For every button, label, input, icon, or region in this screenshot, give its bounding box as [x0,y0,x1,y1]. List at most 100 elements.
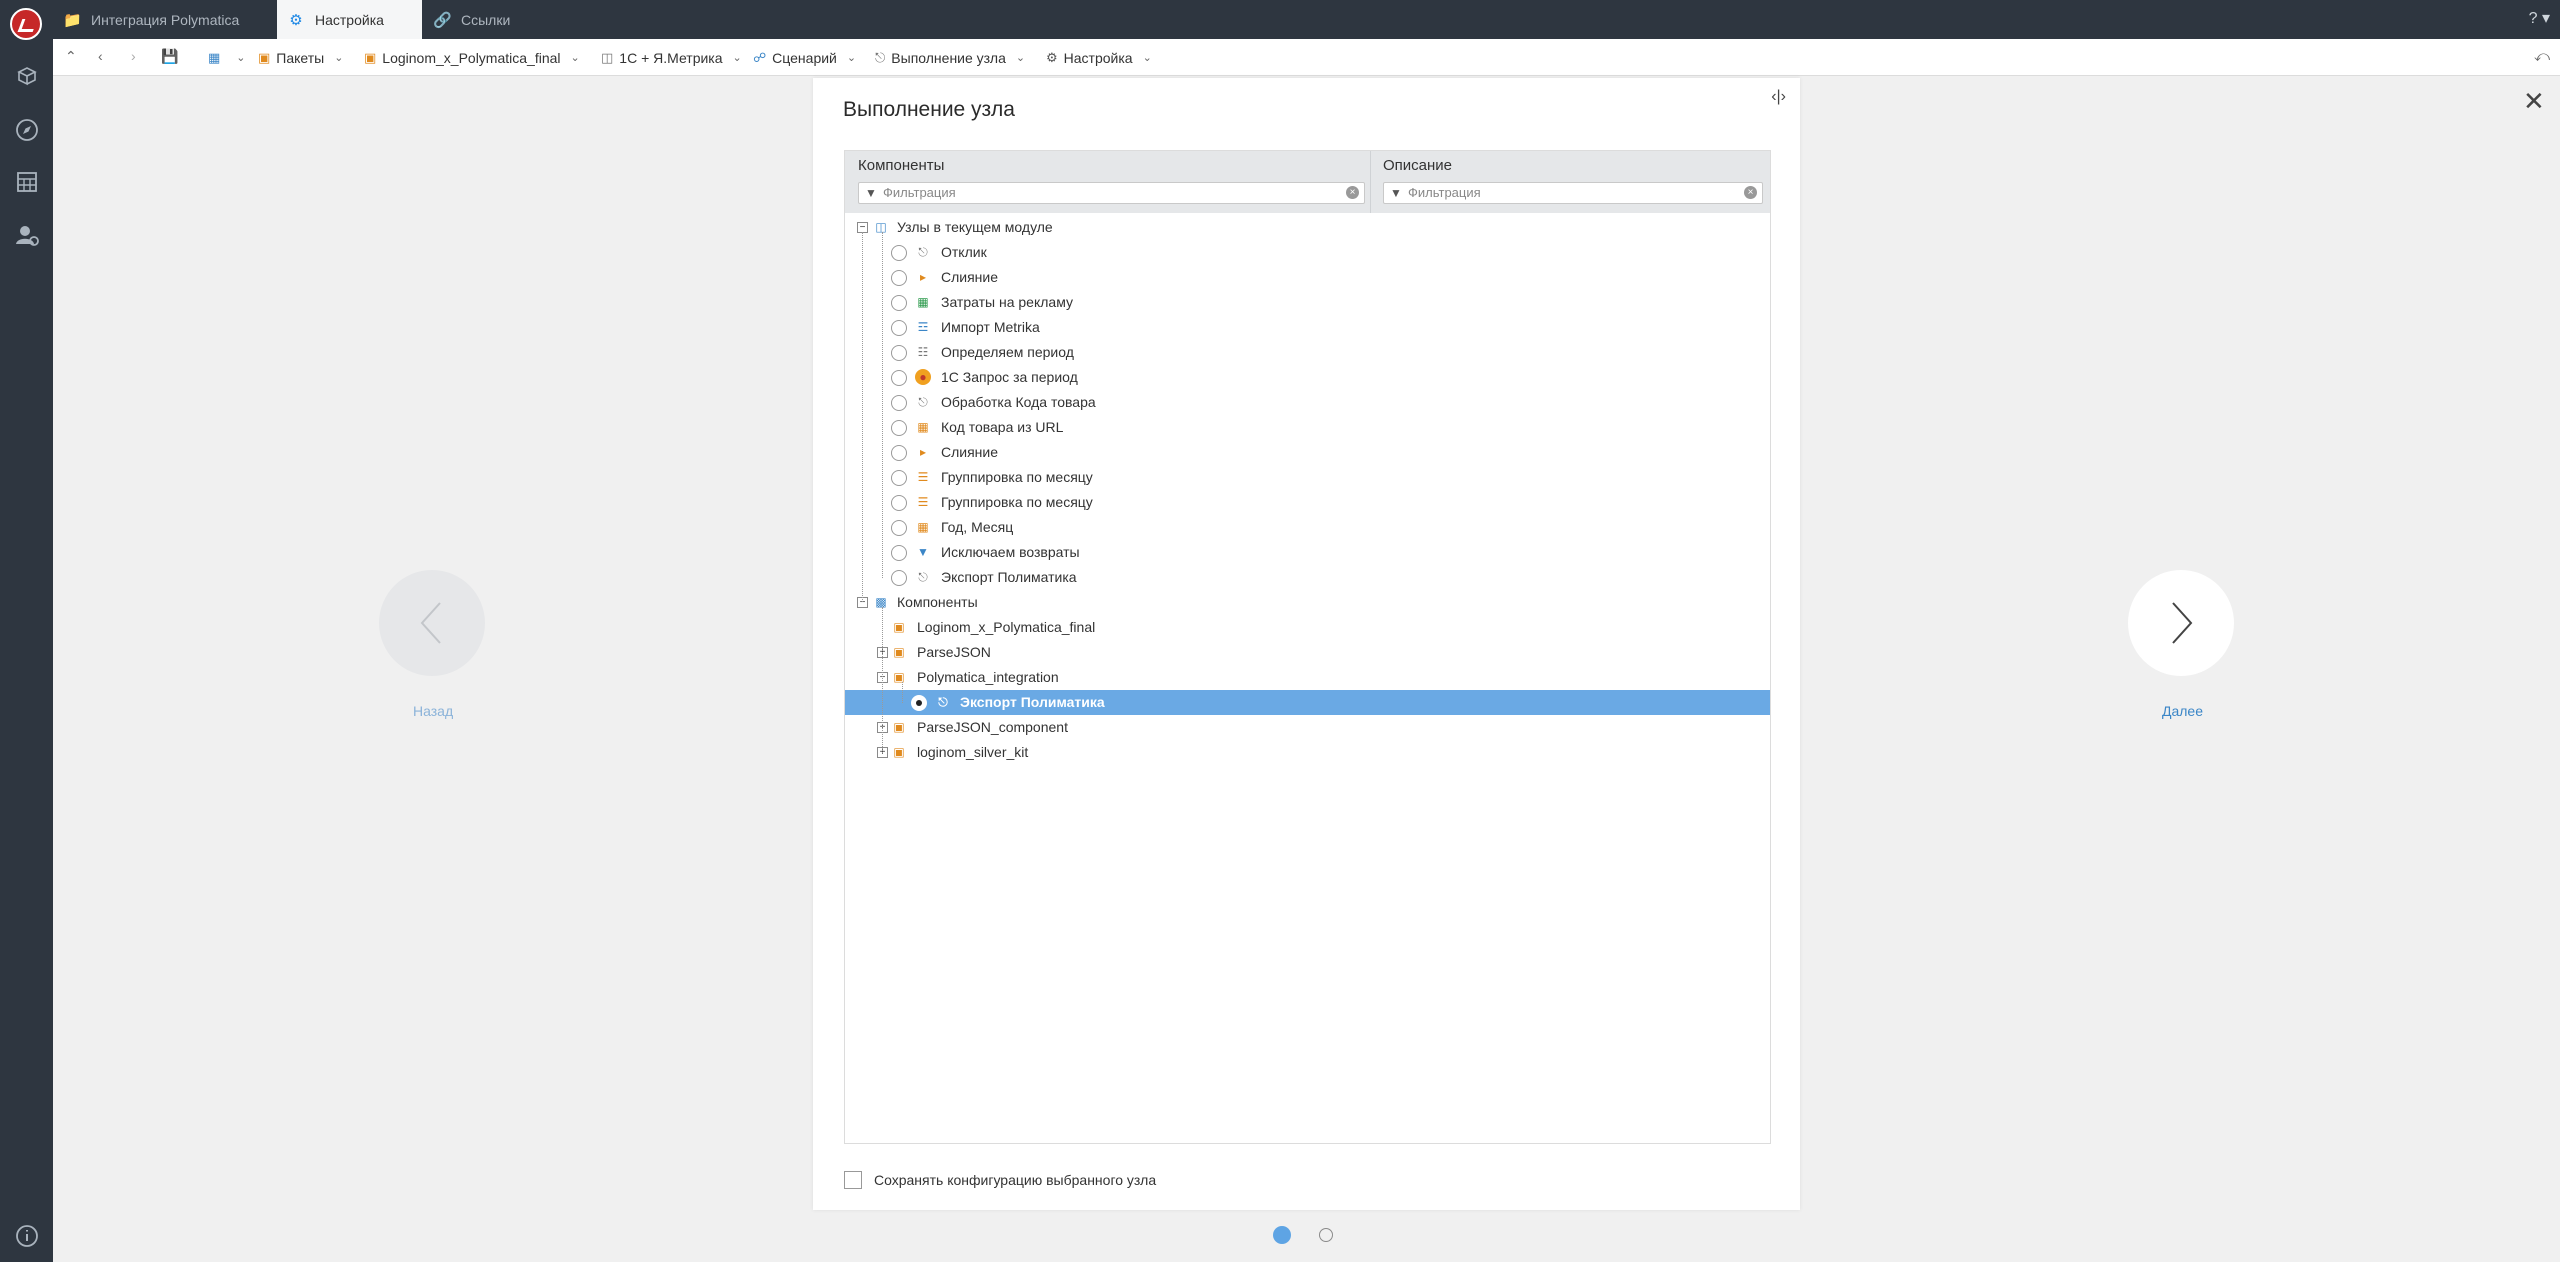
node-radio[interactable] [891,295,907,311]
tree-component[interactable]: ▣ Loginom_x_Polymatica_final [845,615,1770,640]
node-radio-selected[interactable] [911,695,927,711]
components-filter-input[interactable]: ▼ Фильтрация × [858,182,1365,204]
tree-node[interactable]: ☰ Группировка по месяцу [845,490,1770,515]
breadcrumb-settings[interactable]: ⚙ Настройка ⌄ [1046,39,1152,76]
up-icon[interactable]: ⌃ [65,48,77,65]
tree-node[interactable]: ▼ Исключаем возвраты [845,540,1770,565]
tree-node[interactable]: ● 1С Запрос за период [845,365,1770,390]
breadcrumb-scenario[interactable]: ☍ Сценарий ⌄ [753,39,856,76]
filter-icon: ▼ [1390,186,1402,200]
packages-icon[interactable] [13,64,41,92]
tree-node[interactable]: ☷ Определяем период [845,340,1770,365]
user-settings-icon[interactable] [13,222,41,250]
tree-component[interactable]: + ▣ ParseJSON [845,640,1770,665]
breadcrumb-workspace[interactable]: ▦ ⌄ [208,39,246,76]
chevron-down-icon: ⌄ [1015,52,1026,64]
breadcrumb-node-exec[interactable]: ⎋ Выполнение узла ⌄ [875,39,1025,76]
folder-icon: 📁 [63,11,82,29]
tree-node[interactable]: ☰ Группировка по месяцу [845,465,1770,490]
compass-icon[interactable] [13,117,41,145]
tree-node[interactable]: ⎋ Обработка Кода товара [845,390,1770,415]
table-icon: ▦ [917,420,929,434]
tree-group-current-module[interactable]: − ◫ Узлы в текущем модуле [845,215,1770,240]
tab-bar: 📁 Интеграция Polymatica ⚙ Настройка 🔗 Сс… [53,0,2560,39]
merge-icon: ▸ [919,270,927,284]
grouping-icon: ☰ [917,495,929,509]
node-radio[interactable] [891,395,907,411]
tree-node[interactable]: ▸ Слияние [845,440,1770,465]
save-config-checkbox[interactable]: Сохранять конфигурацию выбранного узла [844,1171,1156,1189]
page-dot[interactable] [1319,1228,1333,1242]
grid-header: Компоненты Описание ▼ Фильтрация × ▼ Фил… [845,151,1770,213]
column-separator[interactable] [1370,151,1371,213]
tab-settings[interactable]: ⚙ Настройка [277,0,422,39]
node-radio[interactable] [891,470,907,486]
help-menu[interactable]: ? ▾ [2529,8,2550,28]
breadcrumb-module[interactable]: ◫ 1С + Я.Метрика ⌄ [601,39,742,76]
back-label[interactable]: Назад [413,703,453,719]
back-button[interactable] [379,570,485,676]
filter-icon: ▼ [917,545,929,559]
back-arrow-icon[interactable]: ‹ [98,48,103,64]
checkbox[interactable] [844,1171,862,1189]
page-dot-active[interactable] [1273,1226,1291,1244]
tree-node[interactable]: ▦ Затраты на рекламу [845,290,1770,315]
chevron-down-icon: ⌄ [334,52,344,64]
tree-component[interactable]: − ▣ Polymatica_integration [845,665,1770,690]
tree-node[interactable]: ⎋ Экспорт Полиматика [845,565,1770,590]
info-icon[interactable] [13,1223,41,1251]
export-icon: ⎋ [918,570,928,584]
forward-arrow-icon[interactable]: › [131,48,136,64]
node-radio[interactable] [891,570,907,586]
tree-component[interactable]: + ▣ loginom_silver_kit [845,740,1770,765]
chevron-down-icon: ⌄ [846,52,857,64]
next-button[interactable] [2128,570,2234,676]
node-radio[interactable] [891,320,907,336]
column-components[interactable]: Компоненты [858,157,944,174]
node-radio[interactable] [891,520,907,536]
scenario-icon: ☍ [753,49,767,65]
tree-node[interactable]: ▦ Год, Месяц [845,515,1770,540]
save-icon[interactable]: 💾 [161,48,178,65]
left-sidebar [0,0,53,1262]
column-description[interactable]: Описание [1383,157,1452,174]
next-label[interactable]: Далее [2162,703,2203,719]
clear-icon[interactable]: × [1346,186,1359,199]
calculator-icon[interactable] [13,170,41,198]
app-logo[interactable] [10,8,42,40]
node-radio[interactable] [891,370,907,386]
clear-icon[interactable]: × [1744,186,1757,199]
chevron-down-icon: ⌄ [1142,52,1152,64]
tree-node[interactable]: ⎋ Отклик [845,240,1770,265]
tree-line [902,682,903,703]
share-icon[interactable]: ⤺ [2534,48,2550,65]
node-radio[interactable] [891,495,907,511]
node-execution-dialog: Выполнение узла ‹|› Компоненты Описание … [813,78,1800,1210]
package-icon: ▣ [364,49,377,65]
variables-icon: ☷ [917,345,929,359]
node-radio[interactable] [891,445,907,461]
tree-group-components[interactable]: − ▩ Компоненты [845,590,1770,615]
module-icon: ◫ [601,49,614,65]
node-radio[interactable] [891,420,907,436]
breadcrumb-package[interactable]: ▣ Loginom_x_Polymatica_final ⌄ [364,39,580,76]
description-filter-input[interactable]: ▼ Фильтрация × [1383,182,1763,204]
dialog-title: Выполнение узла [843,98,1015,121]
tree-node[interactable]: ▦ Код товара из URL [845,415,1770,440]
1c-icon: ● [915,369,931,385]
node-radio[interactable] [891,245,907,261]
tab-integration[interactable]: 📁 Интеграция Polymatica [53,0,276,39]
tree-node[interactable]: ☲ Импорт Metrika [845,315,1770,340]
breadcrumb-packages[interactable]: ▣ Пакеты ⌄ [258,39,343,76]
node-radio[interactable] [891,345,907,361]
tab-links[interactable]: 🔗 Ссылки [423,0,573,39]
gear-icon: ⚙ [289,11,303,29]
components-grid: Компоненты Описание ▼ Фильтрация × ▼ Фил… [844,150,1771,1144]
node-radio[interactable] [891,545,907,561]
expand-horizontal-icon[interactable]: ‹|› [1771,88,1786,106]
tree-component[interactable]: + ▣ ParseJSON_component [845,715,1770,740]
node-radio[interactable] [891,270,907,286]
tree-node[interactable]: ▸ Слияние [845,265,1770,290]
tree-node-selected[interactable]: ⎋ Экспорт Полиматика [845,690,1770,715]
close-icon[interactable]: ✕ [2523,86,2545,117]
